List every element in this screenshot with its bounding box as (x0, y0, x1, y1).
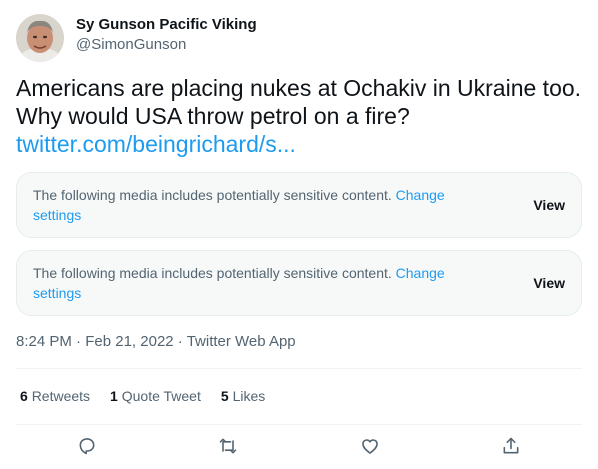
divider (16, 424, 582, 425)
retweets-label: Retweets (31, 388, 91, 404)
share-button[interactable] (497, 432, 525, 460)
tweet-stats: 6 Retweets 1 Quote Tweet 5 Likes (20, 386, 285, 406)
divider (16, 368, 582, 369)
sensitive-content-message: The following media includes potentially… (33, 265, 396, 281)
likes-stat[interactable]: 5 Likes (221, 386, 265, 406)
tweet-actions (16, 432, 582, 460)
tweet-text-line: Why would USA throw petrol on a fire? (16, 103, 410, 129)
quote-tweets-stat[interactable]: 1 Quote Tweet (110, 386, 201, 406)
meta-separator: · (76, 333, 82, 350)
sensitive-content-text: The following media includes potentially… (33, 185, 493, 225)
sensitive-content-text: The following media includes potentially… (33, 263, 493, 303)
sensitive-content-notice: The following media includes potentially… (16, 172, 582, 238)
author-display-name[interactable]: Sy Gunson Pacific Viking (76, 15, 257, 35)
likes-label: Likes (232, 388, 266, 404)
view-button[interactable]: View (533, 273, 565, 293)
avatar[interactable] (16, 14, 64, 62)
tweet-date[interactable]: Feb 21, 2022 (85, 333, 173, 350)
like-button[interactable] (356, 432, 384, 460)
retweets-count: 6 (20, 388, 28, 404)
reply-button[interactable] (73, 432, 101, 460)
tweet-time[interactable]: 8:24 PM (16, 333, 72, 350)
retweet-icon (219, 438, 237, 454)
author-handle[interactable]: @SimonGunson (76, 35, 257, 55)
tweet-source[interactable]: Twitter Web App (187, 333, 296, 350)
likes-count: 5 (220, 388, 229, 404)
quote-tweets-label: Quote Tweet (121, 388, 201, 404)
view-button[interactable]: View (533, 195, 565, 215)
reply-icon (79, 438, 95, 455)
retweets-stat[interactable]: 6 Retweets (20, 386, 90, 406)
tweet-text: Americans are placing nukes at Ochakiv i… (16, 74, 586, 158)
share-icon (503, 437, 519, 454)
retweet-button[interactable] (214, 432, 242, 460)
meta-separator: · (177, 333, 183, 350)
tweet-header: Sy Gunson Pacific Viking @SimonGunson (16, 12, 257, 64)
tweet-text-line: Americans are placing nukes at Ochakiv i… (16, 75, 582, 101)
author-names: Sy Gunson Pacific Viking @SimonGunson (76, 16, 257, 55)
tweet-link[interactable]: twitter.com/beingrichard/s... (16, 130, 586, 158)
quote-tweets-count: 1 (110, 388, 118, 404)
like-icon (362, 439, 378, 454)
sensitive-content-notice: The following media includes potentially… (16, 250, 582, 316)
tweet-meta: 8:24 PM · Feb 21, 2022 · Twitter Web App (16, 332, 296, 352)
sensitive-content-message: The following media includes potentially… (33, 187, 396, 203)
